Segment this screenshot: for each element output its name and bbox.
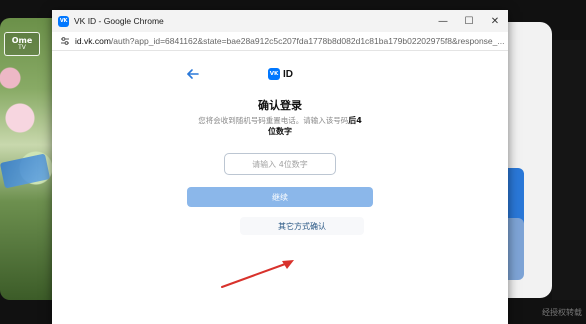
minimize-button[interactable]: — [430,10,456,32]
window-titlebar[interactable]: VK VK ID - Google Chrome — ☐ ✕ [52,10,508,32]
brand-text: ID [283,68,293,80]
other-method-link[interactable]: 其它方式确认 [240,217,364,235]
address-bar[interactable]: id.vk.com/auth?app_id=6841162&state=bae2… [52,32,508,51]
vk-id-page: VK ID 确认登录 您将会收到随机号码重置电话。请输入该号码后4位数字 继续 … [52,51,508,324]
window-title: VK ID - Google Chrome [74,16,164,26]
red-arrow-icon [221,260,294,288]
code-input[interactable] [224,153,336,175]
close-button[interactable]: ✕ [482,10,508,32]
channel-logo-line2: TV [18,44,26,51]
vk-favicon-icon: VK [58,15,69,27]
url-path: /auth?app_id=6841162&state=bae28a912c5c2… [110,36,505,46]
desktop: Ome TV 经授权转载 VK VK ID - Google Chrome — … [0,0,586,324]
window-controls: — ☐ ✕ [430,10,508,32]
instruction-bold: 后4 [348,116,362,125]
chrome-popup-window[interactable]: VK VK ID - Google Chrome — ☐ ✕ id.vk.com… [52,10,508,324]
background-caption: 经授权转载 [542,308,582,317]
continue-button[interactable]: 继续 [187,187,373,207]
url-host: id.vk.com [75,36,111,46]
background-dialog [504,22,552,298]
channel-logo: Ome TV [4,32,40,56]
instruction-suffix: 位数字 [268,127,292,136]
vk-id-brand: VK ID [268,68,293,80]
vk-logo-icon: VK [268,68,280,80]
instruction-text: 您将会收到随机号码重置电话。请输入该号码后4 位数字 [172,115,388,137]
url-text[interactable]: id.vk.com/auth?app_id=6841162&state=bae2… [75,36,505,46]
instruction-prefix: 您将会收到随机号码重置电话。请输入该号码 [198,116,349,125]
background-doodle [552,40,586,300]
arrow-left-icon[interactable] [186,67,200,81]
maximize-button[interactable]: ☐ [456,10,482,32]
page-title: 确认登录 [258,99,302,112]
site-info-tune-icon[interactable] [60,36,70,46]
background-app-card: Ome TV [0,18,56,300]
background-decoration [0,153,51,189]
